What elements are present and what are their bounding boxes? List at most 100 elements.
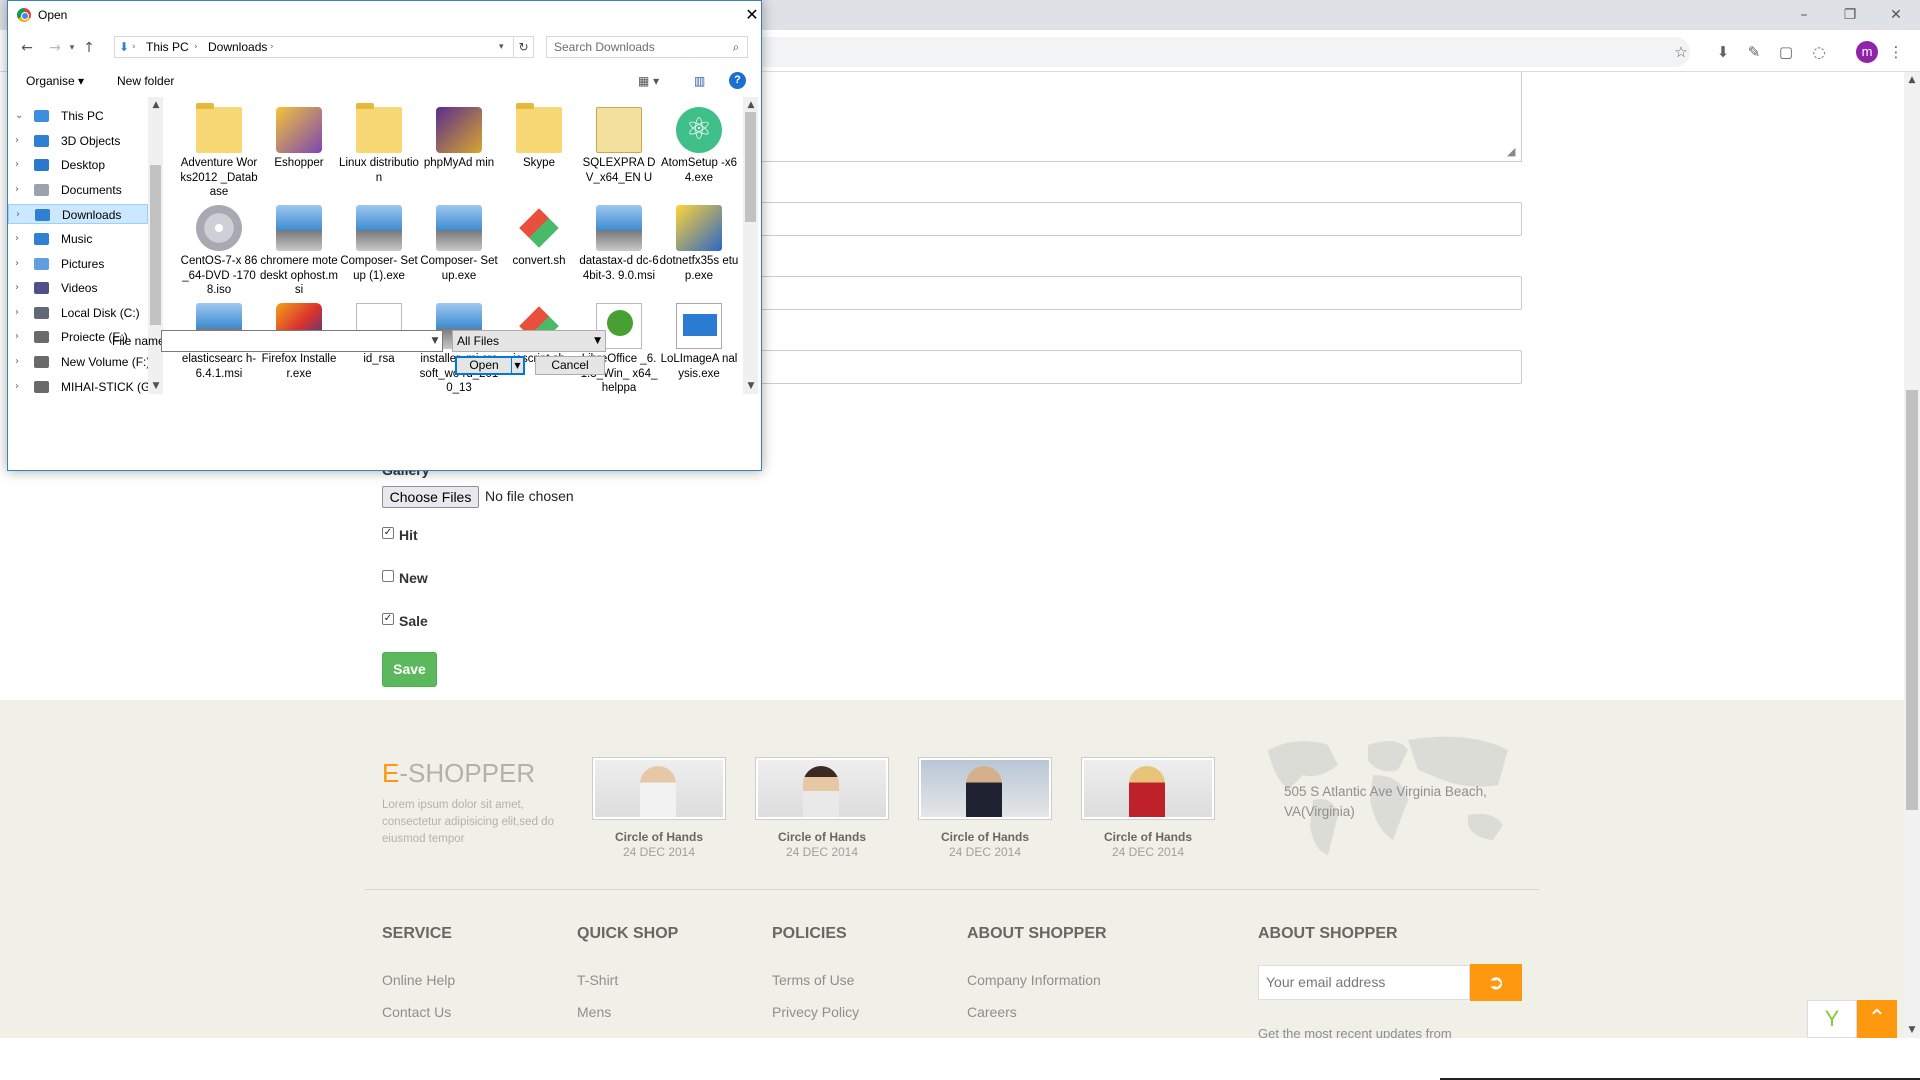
- file-item[interactable]: SQLEXPRA DV_x64_EN U: [579, 107, 659, 185]
- yii-debug-icon[interactable]: Y: [1807, 1000, 1857, 1038]
- file-item[interactable]: chromere motedeskt ophost.msi: [259, 205, 339, 298]
- extension-icon[interactable]: ▢: [1775, 41, 1797, 63]
- file-item[interactable]: LoLImageA nalysis.exe: [659, 303, 739, 381]
- file-item[interactable]: CentOS-7-x 86_64-DVD -1708.iso: [179, 205, 259, 298]
- tree-item[interactable]: › 3D Objects: [8, 131, 148, 151]
- dialog-titlebar[interactable]: Open ✕: [8, 0, 759, 30]
- tree-item[interactable]: › Music: [8, 229, 148, 249]
- resize-handle-icon[interactable]: ◢: [1507, 145, 1519, 158]
- form-input[interactable]: [755, 276, 1522, 310]
- description-textarea[interactable]: [755, 72, 1522, 162]
- dialog-address-bar[interactable]: ⬇ › This PC › Downloads › ▾: [114, 36, 514, 58]
- email-input[interactable]: Your email address: [1258, 965, 1470, 1000]
- choose-files-button[interactable]: Choose Files: [382, 486, 479, 508]
- new-checkbox[interactable]: [382, 570, 394, 582]
- file-item[interactable]: datastax-d dc-64bit-3. 9.0.msi: [579, 205, 659, 283]
- file-item[interactable]: ⚛ AtomSetup -x64.exe: [659, 107, 739, 185]
- chevron-right-icon[interactable]: ›: [15, 131, 19, 151]
- file-item[interactable]: Composer- Setup.exe: [419, 205, 499, 283]
- preview-pane-icon[interactable]: ▥: [694, 74, 705, 88]
- up-arrow-icon[interactable]: ↑: [80, 38, 98, 58]
- breadcrumb-downloads[interactable]: Downloads: [208, 37, 267, 57]
- scroll-up-arrow-icon[interactable]: ▲: [148, 97, 164, 113]
- chevron-down-icon[interactable]: ⌄: [15, 106, 23, 126]
- dialog-search-input[interactable]: Search Downloads: [546, 36, 748, 58]
- chevron-right-icon[interactable]: ›: [15, 303, 19, 323]
- chevron-right-icon[interactable]: ›: [15, 278, 19, 298]
- tree-item[interactable]: › New Volume (F:): [8, 352, 150, 372]
- file-list-scroll-thumb[interactable]: [745, 112, 756, 222]
- tree-item[interactable]: › MIHAI-STICK (G: [8, 377, 150, 397]
- chevron-right-icon[interactable]: ›: [16, 205, 20, 225]
- recent-locations-chevron-icon[interactable]: ▾: [63, 38, 81, 58]
- chevron-right-icon[interactable]: ›: [15, 377, 19, 397]
- cancel-button[interactable]: Cancel: [535, 356, 605, 375]
- form-input[interactable]: [755, 350, 1522, 384]
- video-thumbnail[interactable]: [919, 758, 1051, 819]
- file-item[interactable]: convert.sh: [499, 205, 579, 269]
- search-icon[interactable]: ⌕: [727, 38, 745, 56]
- filename-input[interactable]: [161, 330, 443, 352]
- organise-menu[interactable]: Organise ▾: [26, 74, 84, 88]
- extension-icon[interactable]: ✎: [1743, 41, 1765, 63]
- footer-link[interactable]: Careers: [967, 1004, 1017, 1020]
- help-icon[interactable]: ?: [729, 72, 746, 89]
- profile-avatar[interactable]: m: [1856, 41, 1878, 63]
- save-button[interactable]: Save: [382, 652, 437, 687]
- file-item[interactable]: Skype: [499, 103, 579, 171]
- scroll-up-arrow-icon[interactable]: ▲: [743, 97, 759, 113]
- scroll-to-top-icon[interactable]: ⌃: [1857, 1000, 1897, 1038]
- restore-icon[interactable]: ❐: [1835, 4, 1865, 26]
- nav-pane-scroll-thumb[interactable]: [150, 165, 161, 325]
- refresh-icon[interactable]: ↻: [514, 36, 534, 58]
- close-window-icon[interactable]: ✕: [1881, 4, 1911, 26]
- back-arrow-icon[interactable]: ←: [18, 38, 36, 58]
- tree-item[interactable]: › Documents: [8, 180, 148, 200]
- tree-item[interactable]: ⌄ This PC: [8, 106, 148, 126]
- video-thumbnail[interactable]: [756, 758, 888, 819]
- new-folder-button[interactable]: New folder: [117, 74, 174, 88]
- subscribe-button[interactable]: ➲: [1470, 964, 1522, 1001]
- scroll-up-arrow-icon[interactable]: ▲: [1904, 72, 1920, 88]
- file-item[interactable]: Adventure Works2012 _Database: [179, 103, 259, 200]
- tree-item[interactable]: › Pictures: [8, 254, 148, 274]
- footer-link[interactable]: Contact Us: [382, 1004, 451, 1020]
- footer-link[interactable]: Online Help: [382, 972, 455, 988]
- sale-checkbox[interactable]: ✓: [382, 613, 394, 625]
- file-item[interactable]: Composer- Setup (1).exe: [339, 205, 419, 283]
- open-options-chevron-icon[interactable]: ▼: [511, 358, 523, 373]
- chevron-right-icon[interactable]: ›: [15, 352, 19, 372]
- address-bar[interactable]: [650, 37, 1690, 67]
- chevron-right-icon[interactable]: ›: [15, 155, 19, 175]
- extension-icon[interactable]: ◌: [1808, 41, 1830, 63]
- download-icon[interactable]: ⬇: [1712, 41, 1734, 63]
- view-options-icon[interactable]: ▦ ▾: [638, 74, 659, 88]
- file-item[interactable]: Linux distribution: [339, 103, 419, 185]
- file-item[interactable]: phpMyAd min: [419, 107, 499, 171]
- address-dropdown-icon[interactable]: ▾: [499, 37, 504, 57]
- breadcrumb-this-pc[interactable]: This PC: [146, 37, 189, 57]
- filename-dropdown-icon[interactable]: ▼: [428, 331, 442, 351]
- footer-link[interactable]: Mens: [577, 1004, 611, 1020]
- footer-link[interactable]: Company Information: [967, 972, 1101, 988]
- scroll-down-arrow-icon[interactable]: ▼: [1904, 1022, 1920, 1038]
- video-thumbnail[interactable]: [593, 758, 725, 819]
- footer-link[interactable]: Privecy Policy: [772, 1004, 859, 1020]
- menu-kebab-icon[interactable]: ⋮: [1885, 41, 1907, 63]
- filetype-select[interactable]: All Files ▼: [452, 330, 606, 352]
- footer-logo[interactable]: E-SHOPPER: [382, 758, 535, 789]
- chevron-right-icon[interactable]: ›: [15, 327, 19, 347]
- chevron-right-icon[interactable]: ›: [15, 180, 19, 200]
- open-button[interactable]: Open ▼: [455, 356, 525, 375]
- forward-arrow-icon[interactable]: →: [46, 38, 64, 58]
- tree-item[interactable]: › Desktop: [8, 155, 148, 175]
- scroll-down-arrow-icon[interactable]: ▼: [148, 378, 164, 394]
- tree-item[interactable]: › Local Disk (C:): [8, 303, 148, 323]
- footer-link[interactable]: Terms of Use: [772, 972, 854, 988]
- file-item[interactable]: dotnetfx35s etup.exe: [659, 205, 739, 283]
- scroll-down-arrow-icon[interactable]: ▼: [743, 378, 759, 394]
- bookmark-star-icon[interactable]: ☆: [1670, 41, 1692, 63]
- tree-item[interactable]: › Videos: [8, 278, 148, 298]
- chevron-right-icon[interactable]: ›: [15, 254, 19, 274]
- tree-item[interactable]: › Downloads: [8, 204, 148, 225]
